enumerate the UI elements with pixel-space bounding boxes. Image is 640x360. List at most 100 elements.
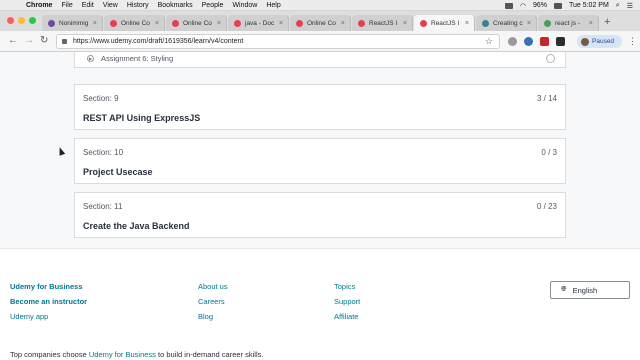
section-title: REST API Using ExpressJS xyxy=(83,113,201,123)
menu-help[interactable]: Help xyxy=(266,2,280,9)
browser-tab[interactable]: Nonimmig × xyxy=(42,15,103,31)
close-tab-icon[interactable]: × xyxy=(465,20,469,27)
footer-link-blog[interactable]: Blog xyxy=(198,312,213,321)
tab-title: java - Doc xyxy=(245,19,275,27)
section-card[interactable]: Section: 11 0 / 23 Create the Java Backe… xyxy=(74,192,566,238)
lecture-item[interactable]: ▶ Assignment 6: Styling xyxy=(74,52,566,68)
complete-checkbox[interactable] xyxy=(546,54,555,63)
menu-view[interactable]: View xyxy=(103,2,118,9)
menu-bookmarks[interactable]: Bookmarks xyxy=(158,2,193,9)
language-label: English xyxy=(572,285,598,295)
section-title: Project Usecase xyxy=(83,167,153,177)
close-tab-icon[interactable]: × xyxy=(279,20,283,27)
section-progress-count: 0 / 23 xyxy=(536,202,557,211)
menu-window[interactable]: Window xyxy=(232,2,257,9)
tab-title: react js - xyxy=(555,19,580,27)
tab-favicon-icon xyxy=(234,19,241,27)
footer-link-udemy-business[interactable]: Udemy for Business xyxy=(10,282,83,291)
browser-tab[interactable]: ReactJS I × xyxy=(352,15,413,31)
browser-tab[interactable]: react js - × xyxy=(538,15,599,31)
language-selector[interactable]: 🌐︎ English xyxy=(550,281,630,299)
section-number: Section: 10 xyxy=(83,148,124,157)
tab-favicon-icon xyxy=(420,19,427,27)
globe-icon: 🌐︎ xyxy=(561,286,567,293)
browser-tab[interactable]: Online Co × xyxy=(290,15,351,31)
extension-icon-3[interactable] xyxy=(540,37,549,46)
extension-icon-2[interactable] xyxy=(524,37,533,46)
close-tab-icon[interactable]: × xyxy=(155,20,159,27)
footer-link-become-instructor[interactable]: Become an instructor xyxy=(10,297,87,306)
profile-button[interactable]: Paused xyxy=(577,35,622,48)
lock-icon xyxy=(62,39,67,44)
mouse-cursor-icon xyxy=(56,146,66,156)
tagline-text-end: to build in-demand career skills. xyxy=(155,350,264,359)
reload-icon[interactable]: ↻ xyxy=(40,35,48,46)
tab-title: Online Co xyxy=(307,19,336,27)
footer-link-about-us[interactable]: About us xyxy=(198,282,228,291)
browser-tab[interactable]: Creating c × xyxy=(476,15,537,31)
browser-tab[interactable]: Online Co × xyxy=(104,15,165,31)
close-tab-icon[interactable]: × xyxy=(341,20,345,27)
footer-link-support[interactable]: Support xyxy=(334,297,360,306)
mac-menubar: Chrome File Edit View History Bookmarks … xyxy=(0,0,640,11)
minimize-window-button[interactable] xyxy=(18,17,25,24)
menu-edit[interactable]: Edit xyxy=(82,2,94,9)
extension-icon-4[interactable] xyxy=(556,37,565,46)
tab-favicon-icon xyxy=(358,19,365,27)
menu-app-name[interactable]: Chrome xyxy=(26,2,52,9)
close-tab-icon[interactable]: × xyxy=(93,20,97,27)
address-bar[interactable]: https://www.udemy.com/draft/1619356/lear… xyxy=(56,34,500,49)
forward-arrow-icon[interactable]: → xyxy=(24,35,34,46)
notification-center-icon[interactable]: ☰ xyxy=(627,2,633,10)
tab-title: Nonimmig xyxy=(59,19,89,27)
menubar-clock[interactable]: Tue 5:02 PM xyxy=(569,2,609,9)
section-number: Section: 9 xyxy=(83,94,119,103)
back-arrow-icon[interactable]: ← xyxy=(8,35,18,46)
chrome-menu-icon[interactable]: ⋮ xyxy=(628,36,637,47)
section-card[interactable]: Section: 9 3 / 14 REST API Using Express… xyxy=(74,84,566,130)
spotlight-icon[interactable]: ⌕ xyxy=(616,2,620,10)
section-card[interactable]: Section: 10 0 / 3 Project Usecase xyxy=(74,138,566,184)
close-window-button[interactable] xyxy=(7,17,14,24)
airplay-icon[interactable] xyxy=(504,2,513,9)
section-progress-count: 3 / 14 xyxy=(536,94,557,103)
extension-icon-1[interactable] xyxy=(508,37,517,46)
bookmark-star-icon[interactable]: ☆ xyxy=(485,36,493,47)
close-tab-icon[interactable]: × xyxy=(217,20,221,27)
tab-strip: Nonimmig × Online Co × Online Co × java - Doc ×… xyxy=(0,11,640,31)
battery-percent[interactable]: 96% xyxy=(533,2,547,9)
close-tab-icon[interactable]: × xyxy=(403,20,407,27)
close-tab-icon[interactable]: × xyxy=(527,20,531,27)
new-tab-button[interactable]: + xyxy=(604,16,610,28)
menu-history[interactable]: History xyxy=(127,2,149,9)
footer-link-topics[interactable]: Topics xyxy=(334,282,355,291)
play-icon: ▶ xyxy=(87,55,94,62)
site-footer: Udemy for Business Become an instructor … xyxy=(0,248,640,360)
browser-tab[interactable]: ReactJS I × xyxy=(414,15,475,31)
browser-tab[interactable]: java - Doc × xyxy=(228,15,289,31)
profile-status: Paused xyxy=(592,38,615,45)
footer-link-careers[interactable]: Careers xyxy=(198,297,225,306)
menu-people[interactable]: People xyxy=(202,2,224,9)
avatar xyxy=(581,37,589,46)
zoom-window-button[interactable] xyxy=(29,17,36,24)
lecture-title: Assignment 6: Styling xyxy=(101,54,174,63)
address-url[interactable]: https://www.udemy.com/draft/1619356/lear… xyxy=(73,38,243,45)
tab-favicon-icon xyxy=(110,19,117,27)
tab-favicon-icon xyxy=(172,19,179,27)
tab-favicon-icon xyxy=(296,19,303,27)
tab-title: Online Co xyxy=(183,19,212,27)
menu-file[interactable]: File xyxy=(61,2,72,9)
tagline-udemy-business-link[interactable]: Udemy for Business xyxy=(89,350,156,359)
browser-tab[interactable]: Online Co × xyxy=(166,15,227,31)
course-content: ▶ Assignment 6: Styling Section: 9 3 / 1… xyxy=(0,52,640,248)
tagline-text-start: Top companies choose xyxy=(10,350,89,359)
browser-toolbar: ← → ↻ https://www.udemy.com/draft/161935… xyxy=(0,31,640,52)
wifi-icon[interactable]: ◠ xyxy=(520,2,526,10)
tab-title: ReactJS I xyxy=(431,19,460,27)
battery-icon[interactable] xyxy=(553,2,562,9)
close-tab-icon[interactable]: × xyxy=(589,20,593,27)
footer-link-affiliate[interactable]: Affiliate xyxy=(334,312,358,321)
tab-title: Online Co xyxy=(121,19,150,27)
footer-link-udemy-app[interactable]: Udemy app xyxy=(10,312,48,321)
